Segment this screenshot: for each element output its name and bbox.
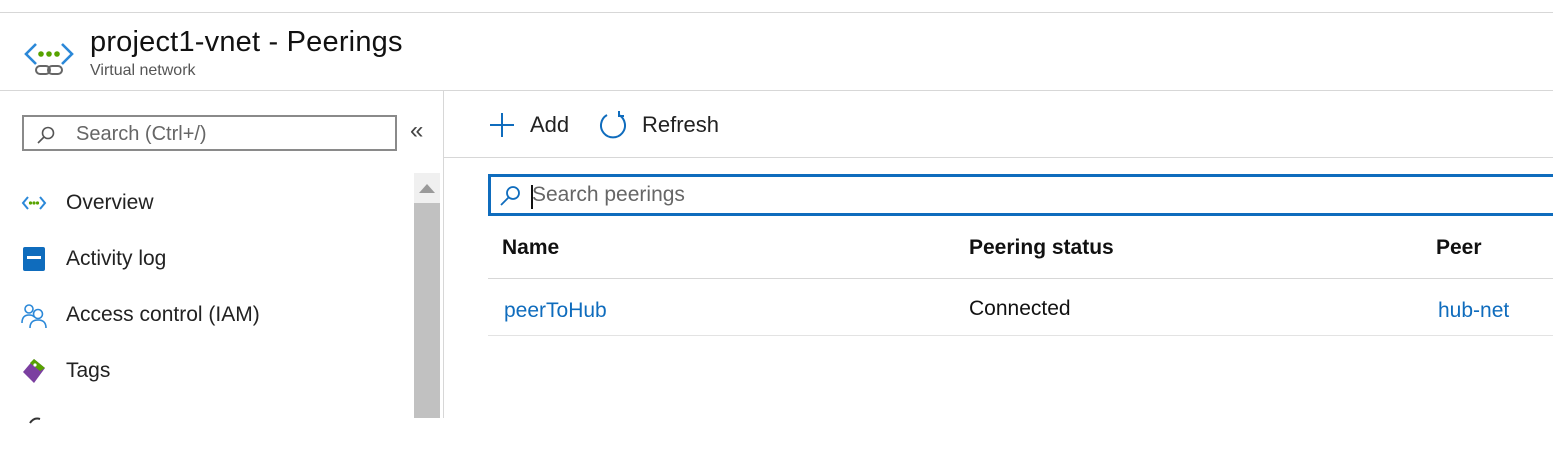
column-header-peer[interactable]: Peer xyxy=(1436,236,1482,260)
vnet-icon xyxy=(21,196,47,210)
menu-search-placeholder: Search (Ctrl+/) xyxy=(76,123,207,145)
menu-scrollbar-thumb[interactable] xyxy=(414,203,440,418)
page-header: project1-vnet - Peerings Virtual network xyxy=(0,12,1553,90)
column-header-peering-status[interactable]: Peering status xyxy=(969,236,1114,260)
command-bar: Add Refresh xyxy=(444,91,1553,158)
menu-item-label: Activity log xyxy=(66,247,167,270)
add-button[interactable]: Add xyxy=(488,109,569,141)
refresh-button-label: Refresh xyxy=(642,112,720,137)
table-row[interactable]: peerToHub Connected hub-net xyxy=(488,279,1553,336)
collapse-menu-button[interactable]: « xyxy=(410,119,423,143)
menu-item-label: Overview xyxy=(66,191,154,214)
virtual-network-icon xyxy=(24,43,74,75)
page-subtitle: Virtual network xyxy=(90,62,196,79)
menu-item-overview[interactable]: Overview xyxy=(0,181,410,225)
menu-item-next-partial[interactable] xyxy=(0,405,410,449)
add-button-label: Add xyxy=(530,112,570,137)
peerings-search-placeholder: Search peerings xyxy=(532,183,685,206)
table-header-row: Name Peering status Peer xyxy=(488,222,1553,279)
menu-search-input[interactable]: Search (Ctrl+/) xyxy=(22,115,397,151)
menu-item-activity-log[interactable]: Activity log xyxy=(0,237,410,281)
search-icon xyxy=(37,126,55,144)
refresh-icon xyxy=(600,111,626,139)
peering-status: Connected xyxy=(969,297,1071,320)
peering-name-link[interactable]: peerToHub xyxy=(504,299,607,323)
text-cursor xyxy=(531,185,533,209)
peer-network-link[interactable]: hub-net xyxy=(1438,299,1509,323)
menu-item-access-control[interactable]: Access control (IAM) xyxy=(0,293,410,337)
settings-wrench-icon xyxy=(29,417,41,424)
tag-icon xyxy=(23,359,45,383)
menu-item-tags[interactable]: Tags xyxy=(0,349,410,393)
column-header-name[interactable]: Name xyxy=(502,236,559,260)
page-title: project1-vnet - Peerings xyxy=(90,26,403,58)
menu-item-label: Tags xyxy=(66,359,111,382)
search-icon xyxy=(500,186,520,206)
peerings-search-input[interactable]: Search peerings xyxy=(488,174,1553,216)
iam-people-icon xyxy=(21,304,47,329)
scroll-up-arrow-icon[interactable] xyxy=(419,184,435,193)
refresh-button[interactable]: Refresh xyxy=(598,109,719,141)
plus-icon xyxy=(490,113,514,137)
menu-item-label: Access control (IAM) xyxy=(66,303,260,326)
activity-log-icon xyxy=(23,247,45,271)
resource-menu: Search (Ctrl+/) « Overview Activity log … xyxy=(0,91,444,424)
